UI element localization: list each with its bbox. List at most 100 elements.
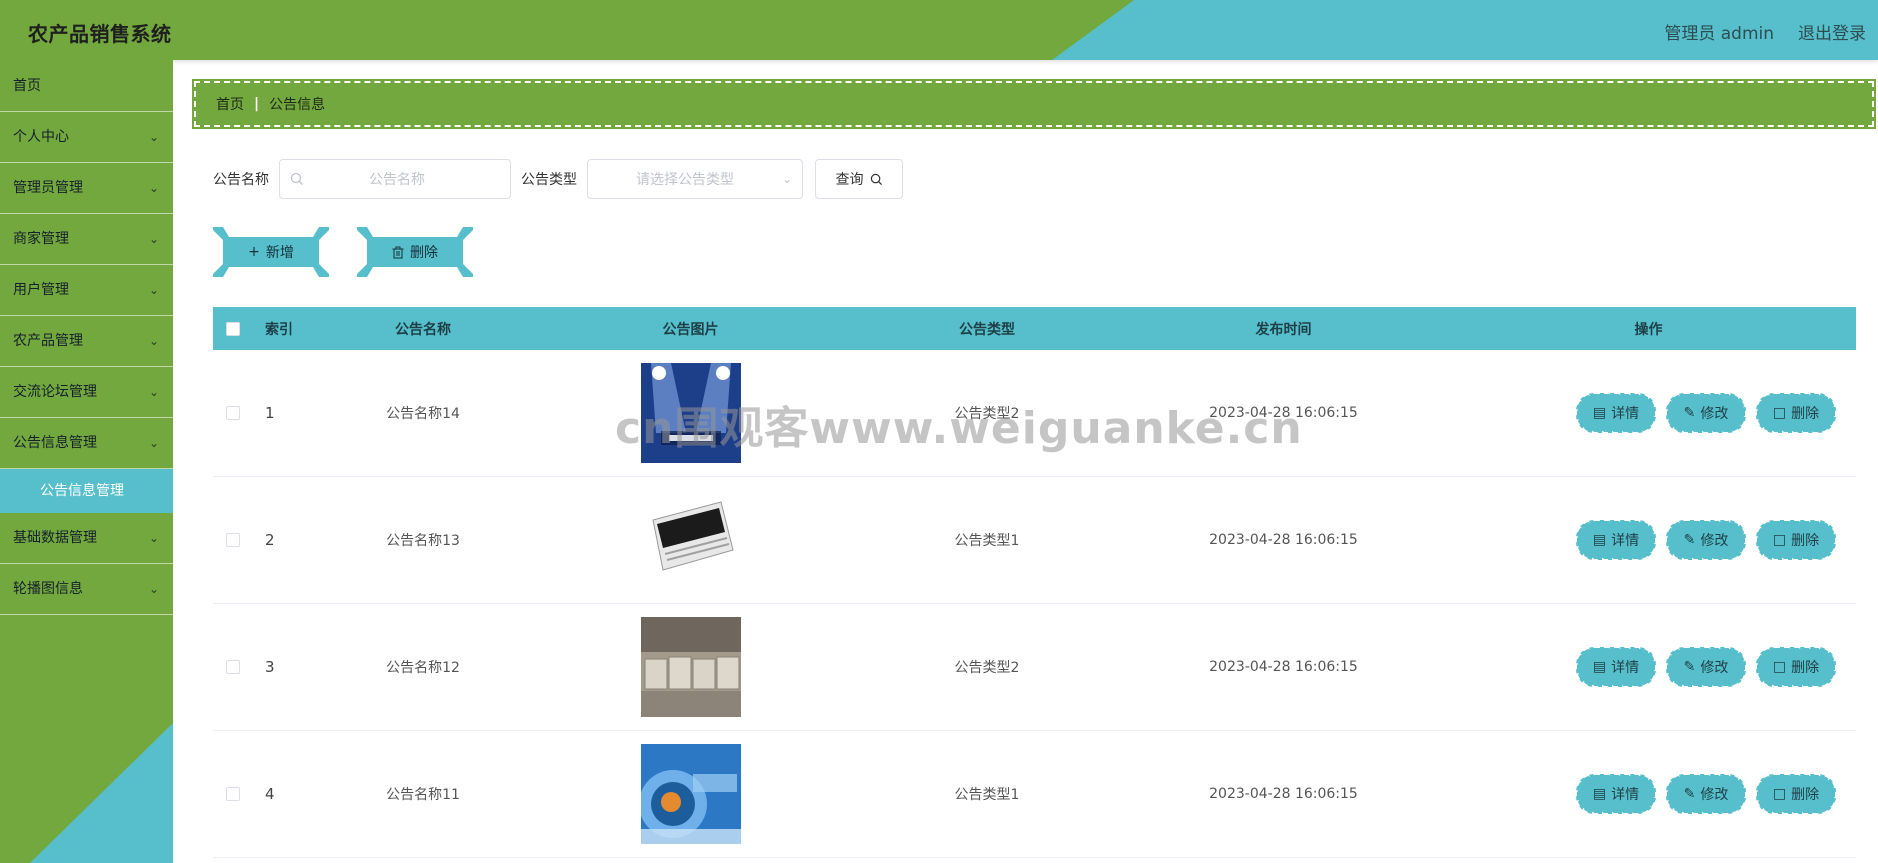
trash-icon — [392, 246, 404, 258]
delete-button[interactable]: □ 删除 — [1756, 393, 1836, 433]
notice-name-placeholder: 公告名称 — [369, 172, 425, 188]
edit-button-label: 修改 — [1700, 406, 1729, 422]
sidebar-item-personal-center[interactable]: 个人中心 ⌄ — [0, 112, 173, 163]
row-image-cell — [533, 744, 848, 844]
row-type: 公告类型1 — [954, 533, 1020, 549]
sidebar-subitem-label: 公告信息管理 — [40, 483, 124, 499]
sidebar-item-label: 公告信息管理 — [13, 435, 97, 451]
row-image-cell — [533, 617, 848, 717]
row-ops: ▤ 详情 ✎ 修改 □ 删除 — [1441, 774, 1856, 814]
row-time: 2023-04-28 16:06:15 — [1209, 532, 1358, 548]
edit-button[interactable]: ✎ 修改 — [1666, 774, 1746, 814]
row-checkbox[interactable] — [226, 533, 240, 547]
sidebar-item-label: 用户管理 — [13, 282, 69, 298]
detail-button[interactable]: ▤ 详情 — [1576, 520, 1656, 560]
header-type: 公告类型 — [959, 321, 1015, 338]
chevron-down-icon: ⌄ — [148, 582, 159, 596]
row-type: 公告类型2 — [954, 660, 1020, 676]
row-index: 3 — [265, 658, 275, 676]
sidebar-item-carousel-info[interactable]: 轮播图信息 ⌄ — [0, 564, 173, 615]
row-select-cell — [213, 406, 253, 420]
notice-type-select[interactable]: 请选择公告类型 ⌄ — [587, 159, 803, 199]
row-name: 公告名称13 — [386, 533, 460, 549]
sidebar-item-label: 首页 — [13, 78, 41, 94]
document-icon: ▤ — [1592, 405, 1607, 421]
table-row: 3 公告名称12 公告类型2 2023-04-28 16:06:15 ▤ 详情 ✎… — [213, 604, 1856, 731]
row-name: 公告名称14 — [386, 406, 460, 422]
row-checkbox[interactable] — [226, 787, 240, 801]
delete-button-label: 删除 — [1791, 533, 1820, 549]
bulk-delete-button-body[interactable]: 删除 — [371, 237, 459, 267]
logout-link[interactable]: 退出登录 — [1798, 19, 1866, 44]
chevron-down-icon: ⌄ — [148, 436, 159, 450]
search-icon — [870, 173, 882, 185]
chevron-down-icon: ⌄ — [148, 232, 159, 246]
news-spotlight-image — [640, 363, 741, 463]
plus-icon: + — [248, 244, 260, 260]
sidebar-item-merchant-management[interactable]: 商家管理 ⌄ — [0, 214, 173, 265]
pencil-icon: ✎ — [1683, 405, 1696, 421]
table-row: 4 公告名称11 公告类型1 2023-04-28 16:06:15 ▤ 详情 ✎… — [213, 731, 1856, 858]
edit-button[interactable]: ✎ 修改 — [1666, 393, 1746, 433]
detail-button[interactable]: ▤ 详情 — [1576, 774, 1656, 814]
header-select-all-cell — [213, 321, 253, 336]
row-select-cell — [213, 533, 253, 547]
top-header: 农产品销售系统 管理员 admin 退出登录 — [0, 0, 1878, 60]
header-green-band — [0, 0, 1134, 60]
edit-button[interactable]: ✎ 修改 — [1666, 647, 1746, 687]
row-type: 公告类型2 — [954, 406, 1020, 422]
row-select-cell — [213, 787, 253, 801]
breadcrumb-home[interactable]: 首页 — [216, 94, 244, 114]
sidebar-item-user-management[interactable]: 用户管理 ⌄ — [0, 265, 173, 316]
add-button[interactable]: + 新增 — [213, 227, 329, 277]
news-globe-image — [640, 744, 741, 844]
notice-name-label: 公告名称 — [213, 172, 269, 188]
current-user-label: 管理员 admin — [1664, 24, 1774, 44]
header-index: 索引 — [265, 321, 293, 338]
pencil-icon: ✎ — [1683, 659, 1696, 675]
edit-button-label: 修改 — [1700, 787, 1729, 803]
bulk-actions: + 新增 删除 — [213, 227, 473, 277]
delete-button[interactable]: □ 删除 — [1756, 647, 1836, 687]
pencil-icon: ✎ — [1683, 532, 1696, 548]
table-header: 索引 公告名称 公告图片 公告类型 发布时间 操作 — [213, 307, 1856, 350]
row-checkbox[interactable] — [226, 406, 240, 420]
query-button[interactable]: 查询 — [815, 159, 903, 199]
add-button-body[interactable]: + 新增 — [227, 237, 315, 267]
row-time: 2023-04-28 16:06:15 — [1209, 405, 1358, 421]
bulk-delete-button[interactable]: 删除 — [357, 227, 473, 277]
sidebar-item-forum-management[interactable]: 交流论坛管理 ⌄ — [0, 367, 173, 418]
row-time: 2023-04-28 16:06:15 — [1209, 659, 1358, 675]
detail-button-label: 详情 — [1611, 533, 1640, 549]
notice-table: 索引 公告名称 公告图片 公告类型 发布时间 操作 1 公告名称14 公告类型2… — [213, 307, 1856, 858]
detail-button[interactable]: ▤ 详情 — [1576, 647, 1656, 687]
sidebar-subitem-notice-management[interactable]: 公告信息管理 — [0, 469, 173, 513]
sidebar-item-home[interactable]: 首页 — [0, 60, 173, 112]
sidebar-item-notice-management[interactable]: 公告信息管理 ⌄ — [0, 418, 173, 469]
sidebar-item-base-data-management[interactable]: 基础数据管理 ⌄ — [0, 513, 173, 564]
breadcrumb-separator: | — [254, 96, 260, 112]
header-time: 发布时间 — [1255, 321, 1312, 338]
document-icon: ▤ — [1592, 659, 1607, 675]
detail-button[interactable]: ▤ 详情 — [1576, 393, 1656, 433]
sidebar-item-label: 农产品管理 — [13, 333, 83, 349]
row-type: 公告类型1 — [954, 787, 1020, 803]
notice-name-input[interactable]: 公告名称 — [279, 159, 511, 199]
trash-icon: □ — [1772, 659, 1787, 675]
select-all-checkbox[interactable] — [226, 321, 240, 336]
pencil-icon: ✎ — [1683, 786, 1696, 802]
row-index: 4 — [265, 785, 275, 803]
row-checkbox[interactable] — [226, 660, 240, 674]
sidebar-item-product-management[interactable]: 农产品管理 ⌄ — [0, 316, 173, 367]
chevron-down-icon: ⌄ — [148, 334, 159, 348]
chevron-down-icon: ⌄ — [148, 283, 159, 297]
table-row: 2 公告名称13 公告类型1 2023-04-28 16:06:15 ▤ 详情 ✎… — [213, 477, 1856, 604]
delete-button[interactable]: □ 删除 — [1756, 520, 1836, 560]
chevron-down-icon: ⌄ — [148, 130, 159, 144]
edit-button[interactable]: ✎ 修改 — [1666, 520, 1746, 560]
delete-button[interactable]: □ 删除 — [1756, 774, 1836, 814]
sidebar-item-admin-management[interactable]: 管理员管理 ⌄ — [0, 163, 173, 214]
chevron-down-icon: ⌄ — [148, 181, 159, 195]
breadcrumb-current: 公告信息 — [269, 97, 326, 113]
trash-icon: □ — [1772, 532, 1787, 548]
